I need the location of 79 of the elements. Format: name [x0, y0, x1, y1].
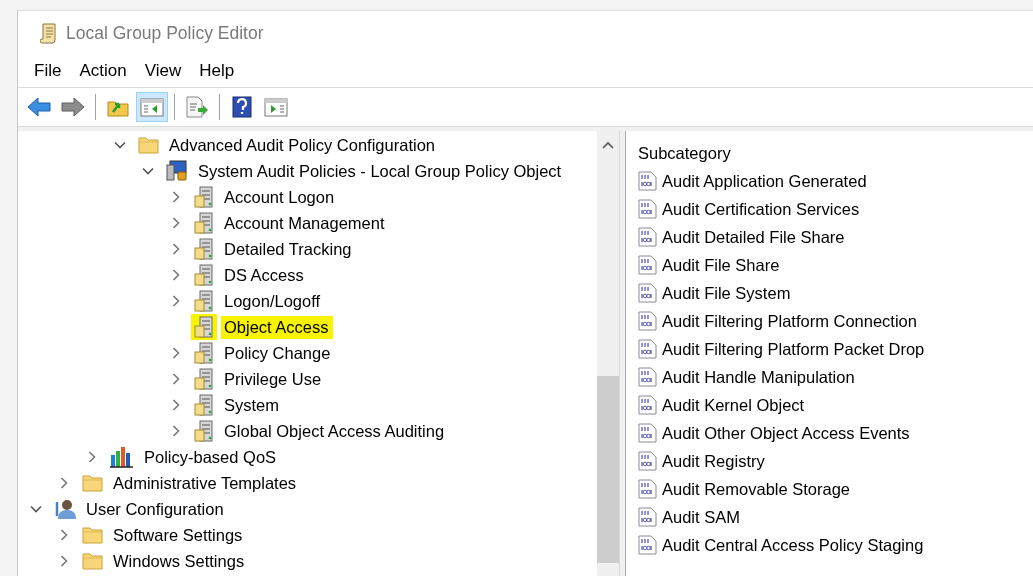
scroll-icon: [40, 22, 58, 44]
policy-item[interactable]: Audit Certification Services: [662, 199, 860, 219]
policy-item[interactable]: Audit SAM: [662, 507, 740, 527]
help-icon: [232, 96, 252, 118]
folder-icon: [82, 526, 103, 544]
server-icon: [194, 212, 214, 234]
binary-document-icon: [638, 255, 657, 275]
binary-document-icon: [638, 451, 657, 471]
server-icon: [194, 394, 214, 416]
binary-document-icon: [638, 395, 657, 415]
tree-item[interactable]: Global Object Access Auditing: [221, 419, 449, 443]
binary-document-icon: [638, 199, 657, 219]
server-icon: [194, 186, 214, 208]
tree-item[interactable]: Administrative Templates: [110, 471, 301, 495]
policy-item[interactable]: Audit Removable Storage: [662, 479, 851, 499]
folder-icon: [82, 474, 103, 492]
server-icon: [194, 290, 214, 312]
server-icon: [194, 238, 214, 260]
user-icon: [54, 498, 76, 520]
tree-item[interactable]: Privilege Use: [221, 367, 326, 391]
server-icon: [194, 264, 214, 286]
policy-item[interactable]: Audit Kernel Object: [662, 395, 805, 415]
policy-item[interactable]: Audit Detailed File Share: [662, 227, 845, 247]
binary-document-icon: [638, 283, 657, 303]
policy-item[interactable]: Audit Registry: [662, 451, 765, 471]
tree-item[interactable]: System: [221, 393, 283, 417]
tree-item[interactable]: Advanced Audit Policy Configuration: [166, 133, 439, 157]
tree-item[interactable]: Windows Settings: [110, 549, 249, 573]
scrollbar-thumb[interactable]: [597, 376, 619, 563]
policy-item[interactable]: Audit Handle Manipulation: [662, 367, 855, 387]
policy-item[interactable]: Audit Other Object Access Events: [662, 423, 910, 443]
binary-document-icon: [638, 367, 657, 387]
bar-chart-icon: [110, 446, 134, 468]
tree-item[interactable]: Policy Change: [221, 341, 335, 365]
binary-document-icon: [638, 311, 657, 331]
folder-icon: [138, 136, 159, 154]
tree-item[interactable]: Account Management: [221, 211, 389, 235]
server-icon: [194, 420, 214, 442]
tree-item[interactable]: Logon/Logoff: [221, 289, 325, 313]
binary-document-icon: [638, 479, 657, 499]
menu-item[interactable]: Action: [70, 61, 136, 81]
policy-item[interactable]: Audit File System: [662, 283, 791, 303]
menu-item[interactable]: View: [135, 61, 191, 81]
policy-item[interactable]: Audit Filtering Platform Packet Drop: [662, 339, 925, 359]
tree-item[interactable]: Object Access: [221, 315, 333, 339]
action-pane-icon: [264, 97, 288, 117]
binary-document-icon: [638, 171, 657, 191]
server-icon: [194, 342, 214, 364]
binary-document-icon: [638, 227, 657, 247]
scroll-up-icon[interactable]: [602, 141, 614, 149]
forward-arrow-icon: [60, 97, 86, 117]
monitor-lock-icon: [166, 160, 188, 182]
tree-item[interactable]: Software Settings: [110, 523, 247, 547]
binary-document-icon: [638, 535, 657, 555]
policy-item[interactable]: Audit Filtering Platform Connection: [662, 311, 917, 331]
server-icon: [194, 368, 214, 390]
tree-item[interactable]: User Configuration: [83, 497, 228, 521]
column-header[interactable]: Subcategory: [638, 143, 731, 163]
tree-item[interactable]: Policy-based QoS: [141, 445, 281, 469]
menu-item[interactable]: Help: [190, 61, 244, 81]
binary-document-icon: [638, 507, 657, 527]
policy-item[interactable]: Audit File Share: [662, 255, 780, 275]
back-arrow-icon: [26, 97, 52, 117]
binary-document-icon: [638, 423, 657, 443]
export-list-icon: [185, 96, 209, 118]
scrollbar[interactable]: [597, 131, 619, 576]
tree-pane-button[interactable]: [136, 92, 168, 122]
tree-item[interactable]: System Audit Policies - Local Group Policy Object: [195, 159, 566, 183]
tree-item[interactable]: DS Access: [221, 263, 308, 287]
folder-icon: [82, 552, 103, 570]
tree-pane-icon: [140, 97, 164, 117]
policy-item[interactable]: Audit Application Generated: [662, 171, 867, 191]
binary-document-icon: [638, 339, 657, 359]
tree-item[interactable]: Detailed Tracking: [221, 237, 356, 261]
menu-item[interactable]: File: [25, 61, 71, 81]
tree-item[interactable]: Account Logon: [221, 185, 339, 209]
server-icon: [194, 316, 214, 338]
policy-item[interactable]: Audit Central Access Policy Staging: [662, 535, 924, 555]
window-title: Local Group Policy Editor: [66, 22, 264, 44]
